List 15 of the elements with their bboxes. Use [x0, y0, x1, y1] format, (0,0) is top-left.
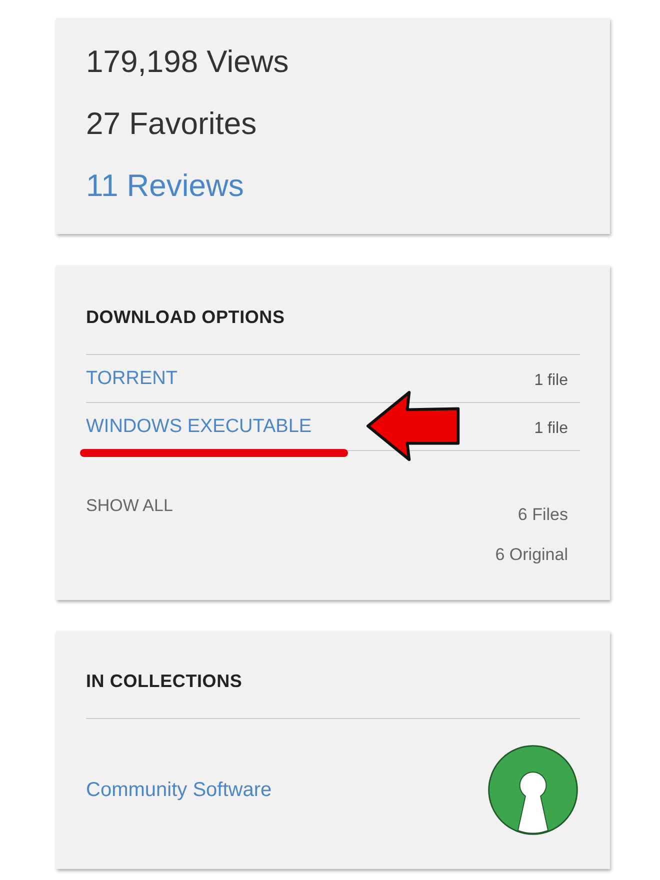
file-total: 6 Files [518, 505, 568, 525]
download-link[interactable]: TORRENT [86, 368, 178, 390]
keyhole-logo-icon [486, 743, 580, 837]
section-heading: IN COLLECTIONS [86, 671, 244, 692]
show-all-link[interactable]: SHOW ALL [86, 496, 173, 516]
reviews-link[interactable]: 11 Reviews [86, 168, 580, 204]
section-heading: DOWNLOAD OPTIONS [86, 307, 286, 328]
file-total: 6 Original [495, 545, 568, 565]
collection-link[interactable]: Community Software [86, 778, 272, 802]
download-link[interactable]: WINDOWS EXECUTABLE [86, 416, 312, 438]
arrow-icon [366, 390, 462, 462]
stat-text: 179,198 Views [86, 44, 290, 80]
stat-text: 27 Favorites [86, 106, 258, 142]
file-count: 1 file [534, 418, 568, 438]
file-count: 1 file [534, 370, 568, 390]
